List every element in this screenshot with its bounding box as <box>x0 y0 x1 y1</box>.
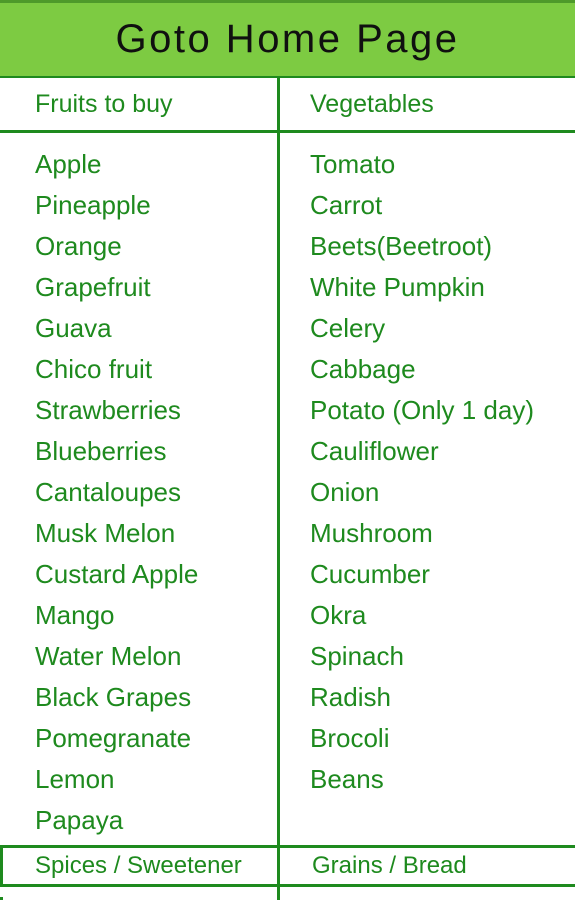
list-item: Pineapple <box>35 190 151 220</box>
section-one-body: Apple Pineapple Orange Grapefruit Guava Chico… <box>0 133 575 845</box>
column-divider <box>277 78 280 130</box>
section-two-header-row: Spices / Sweetener Grains / Bread <box>0 848 575 884</box>
list-item: Apple <box>35 149 102 179</box>
list-item: Cauliflower <box>310 436 439 466</box>
list-item: Cantaloupes <box>35 477 181 507</box>
list-item: Grapefruit <box>35 272 151 302</box>
list-item: Blueberries <box>35 436 167 466</box>
grains-header-cell: Grains / Bread <box>277 848 575 884</box>
fruits-header-cell: Fruits to buy <box>0 78 277 130</box>
vegetables-header-cell: Vegetables <box>277 78 575 130</box>
list-item: Spinach <box>310 641 404 671</box>
list-item: Potato (Only 1 day) <box>310 395 534 425</box>
fruits-list: Apple Pineapple Orange Grapefruit Guava Chico… <box>0 144 277 841</box>
fruits-column-header: Fruits to buy <box>35 89 173 118</box>
list-item: Tomato <box>310 149 396 179</box>
vegetables-column-header: Vegetables <box>310 89 434 118</box>
section-one-header-row: Fruits to buy Vegetables <box>0 78 575 130</box>
list-item: Radish <box>310 682 391 712</box>
list-item: Okra <box>310 600 367 630</box>
list-item: Chico fruit <box>35 354 153 384</box>
list-item: Strawberries <box>35 395 181 425</box>
column-divider <box>277 133 280 845</box>
list-item: Black Grapes <box>35 682 192 712</box>
list-item: Carrot <box>310 190 383 220</box>
list-item: Celery <box>310 313 386 343</box>
list-item: Beets(Beetroot) <box>310 231 493 261</box>
list-item: White Pumpkin <box>310 272 485 302</box>
list-item: Musk Melon <box>35 518 176 548</box>
list-item: Cucumber <box>310 559 430 589</box>
vegetables-list: Tomato Carrot Beets(Beetroot) White Pumpkin… <box>277 144 575 841</box>
spices-header-cell: Spices / Sweetener <box>0 848 277 884</box>
list-item: Lemon <box>35 764 115 794</box>
list-item: Pomegranate <box>35 723 192 753</box>
list-item: Mushroom <box>310 518 433 548</box>
list-item: Beans <box>310 764 384 794</box>
list-item: Papaya <box>35 805 124 835</box>
section-two-body: Cayenne Pepper Brown Rice <box>0 887 575 900</box>
list-item: Water Melon <box>35 641 182 671</box>
list-item: Custard Apple <box>35 559 199 589</box>
list-item: Cabbage <box>310 354 416 384</box>
list-item: Orange <box>35 231 122 261</box>
list-item: Brocoli <box>310 723 390 753</box>
list-item: Onion <box>310 477 380 507</box>
page-banner[interactable]: Goto Home Page <box>0 0 575 76</box>
shopping-list-page: Goto Home Page Fruits to buy Vegetables … <box>0 0 575 900</box>
list-item: Guava <box>35 313 112 343</box>
list-item: Mango <box>35 600 115 630</box>
column-divider <box>277 887 280 900</box>
page-title: Goto Home Page <box>115 17 460 61</box>
spices-column-header: Spices / Sweetener <box>35 852 242 879</box>
column-divider <box>277 848 280 884</box>
grains-column-header: Grains / Bread <box>312 852 467 879</box>
